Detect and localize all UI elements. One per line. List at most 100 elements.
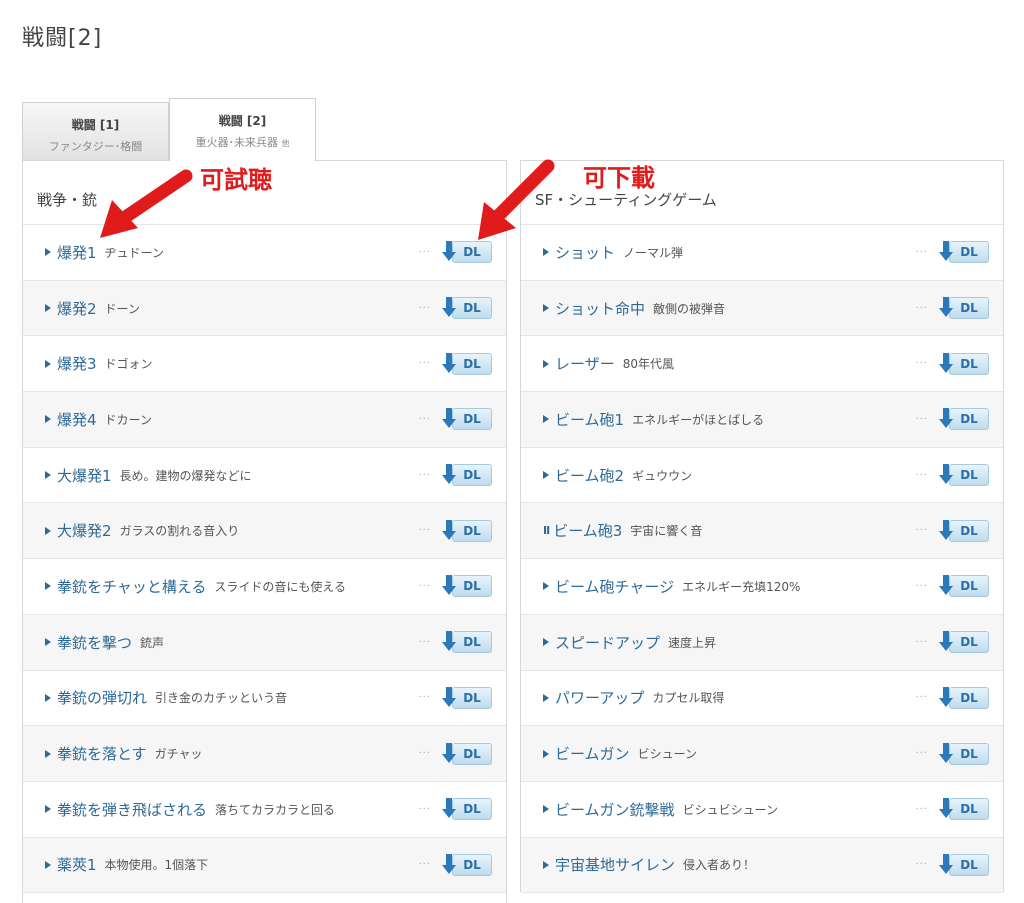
- dots-separator: ···: [418, 803, 431, 815]
- play-icon[interactable]: [45, 415, 51, 424]
- download-button[interactable]: DL: [442, 852, 492, 878]
- download-button[interactable]: DL: [939, 239, 989, 265]
- sound-description: ドーン: [104, 301, 140, 316]
- sound-name-link[interactable]: 爆発3: [57, 353, 97, 374]
- download-button[interactable]: DL: [442, 685, 492, 711]
- sound-row: 爆発3 ドゴォン ··· DL: [23, 336, 506, 393]
- play-icon[interactable]: [543, 749, 549, 758]
- download-button[interactable]: DL: [442, 629, 492, 655]
- sound-list: 爆発1 ヂュドーン ··· DL 爆発2 ドーン ··· DL 爆発3 ドゴォン ··· DL 爆発4 ド…: [23, 225, 506, 894]
- download-arrow-icon: [442, 686, 456, 709]
- sound-row: 拳銃を弾き飛ばされる 落ちてカラカラと回る ··· DL: [23, 781, 506, 838]
- download-arrow-icon: [939, 352, 953, 375]
- download-button[interactable]: DL: [939, 351, 989, 377]
- download-arrow-icon: [939, 464, 953, 486]
- download-button[interactable]: DL: [442, 518, 492, 544]
- sound-name-link[interactable]: 爆発4: [57, 409, 97, 430]
- dots-separator: ···: [418, 469, 431, 481]
- download-button[interactable]: DL: [939, 573, 989, 599]
- download-button[interactable]: DL: [939, 685, 989, 711]
- sound-name-link[interactable]: ビーム砲2: [555, 465, 624, 486]
- play-icon[interactable]: [45, 805, 51, 814]
- play-icon[interactable]: [45, 582, 51, 591]
- play-icon[interactable]: [45, 359, 51, 368]
- sound-row: ショット ノーマル弾 ··· DL: [521, 225, 1003, 281]
- play-icon[interactable]: [45, 304, 51, 313]
- download-button[interactable]: DL: [939, 518, 989, 544]
- play-icon[interactable]: [45, 693, 51, 702]
- download-button[interactable]: DL: [442, 239, 492, 265]
- download-label: DL: [452, 408, 492, 431]
- play-icon[interactable]: [543, 860, 549, 869]
- dots-separator: ···: [418, 302, 431, 314]
- download-button[interactable]: DL: [939, 406, 989, 432]
- sound-name-link[interactable]: ショット命中: [555, 298, 645, 319]
- sound-name-link[interactable]: スピードアップ: [555, 632, 660, 653]
- tab-battle-1[interactable]: 戦闘 [1] ファンタジー･格闘: [22, 102, 169, 160]
- sound-name-link[interactable]: 爆発2: [57, 298, 97, 319]
- sound-name-link[interactable]: ビーム砲1: [555, 409, 624, 430]
- dots-separator: ···: [915, 692, 928, 704]
- download-button[interactable]: DL: [939, 462, 989, 488]
- sound-name-link[interactable]: パワーアップ: [555, 687, 644, 708]
- sound-name-link[interactable]: 拳銃を弾き飛ばされる: [57, 799, 207, 820]
- sound-name-link[interactable]: 拳銃を落とす: [57, 743, 147, 764]
- play-icon[interactable]: [45, 526, 51, 535]
- sound-row: 薬莢1 本物使用。1個落下 ··· DL: [23, 837, 506, 894]
- download-button[interactable]: DL: [442, 796, 492, 822]
- sound-name-link[interactable]: 拳銃の弾切れ: [57, 687, 147, 708]
- sound-row: レーザー 80年代風 ··· DL: [521, 336, 1003, 393]
- sound-name-link[interactable]: 大爆発1: [57, 465, 112, 486]
- download-label: DL: [452, 464, 492, 487]
- sound-description: スライドの音にも使える: [214, 579, 347, 594]
- download-label: DL: [949, 575, 989, 598]
- dots-separator: ···: [418, 358, 431, 370]
- sound-name-link[interactable]: レーザー: [555, 353, 615, 374]
- play-icon[interactable]: [543, 693, 549, 702]
- download-button[interactable]: DL: [442, 351, 492, 377]
- sound-name-link[interactable]: 薬莢1: [57, 854, 97, 875]
- download-button[interactable]: DL: [939, 741, 989, 767]
- download-button[interactable]: DL: [442, 406, 492, 432]
- play-icon[interactable]: [543, 471, 549, 480]
- sound-name-link[interactable]: 爆発1: [57, 242, 97, 263]
- download-arrow-icon: [442, 575, 456, 597]
- sound-row: ビーム砲チャージ エネルギー充填120% ··· DL: [521, 559, 1003, 615]
- play-icon[interactable]: [45, 860, 51, 869]
- pause-icon[interactable]: II: [543, 524, 550, 537]
- sound-name-link[interactable]: 拳銃を撃つ: [57, 632, 132, 653]
- play-icon[interactable]: [543, 582, 549, 591]
- dots-separator: ···: [915, 748, 928, 760]
- download-button[interactable]: DL: [442, 741, 492, 767]
- sound-name-link[interactable]: ビームガン銃撃戦: [555, 799, 675, 820]
- sound-name-link[interactable]: 拳銃をチャッと構える: [57, 576, 206, 597]
- sound-row: 爆発4 ドカーン ··· DL: [23, 392, 506, 448]
- download-button[interactable]: DL: [442, 462, 492, 488]
- sound-name-link[interactable]: 大爆発2: [57, 520, 112, 541]
- play-icon[interactable]: [543, 248, 549, 257]
- sound-row: 宇宙基地サイレン 侵入者あり！ ··· DL: [521, 837, 1003, 894]
- download-button[interactable]: DL: [939, 852, 989, 878]
- sound-name-link[interactable]: ビーム砲3: [553, 520, 622, 541]
- play-icon[interactable]: [543, 805, 549, 814]
- play-icon[interactable]: [45, 749, 51, 758]
- sound-name-link[interactable]: ビーム砲チャージ: [555, 576, 674, 597]
- play-icon[interactable]: [543, 415, 549, 424]
- sound-row: 大爆発2 ガラスの割れる音入り ··· DL: [23, 503, 506, 560]
- play-icon[interactable]: [543, 304, 549, 313]
- download-button[interactable]: DL: [939, 629, 989, 655]
- play-icon[interactable]: [45, 248, 51, 257]
- download-button[interactable]: DL: [939, 796, 989, 822]
- play-icon[interactable]: [543, 638, 549, 647]
- download-button[interactable]: DL: [442, 573, 492, 599]
- play-icon[interactable]: [45, 638, 51, 647]
- tab-battle-2[interactable]: 戦闘 [2] 重火器･未来兵器 他: [169, 98, 316, 161]
- play-icon[interactable]: [543, 359, 549, 368]
- download-button[interactable]: DL: [442, 295, 492, 321]
- play-icon[interactable]: [45, 471, 51, 480]
- download-arrow-icon: [442, 853, 456, 876]
- sound-name-link[interactable]: ビームガン: [555, 743, 630, 764]
- sound-name-link[interactable]: ショット: [555, 242, 615, 263]
- sound-name-link[interactable]: 宇宙基地サイレン: [555, 854, 675, 875]
- download-button[interactable]: DL: [939, 295, 989, 321]
